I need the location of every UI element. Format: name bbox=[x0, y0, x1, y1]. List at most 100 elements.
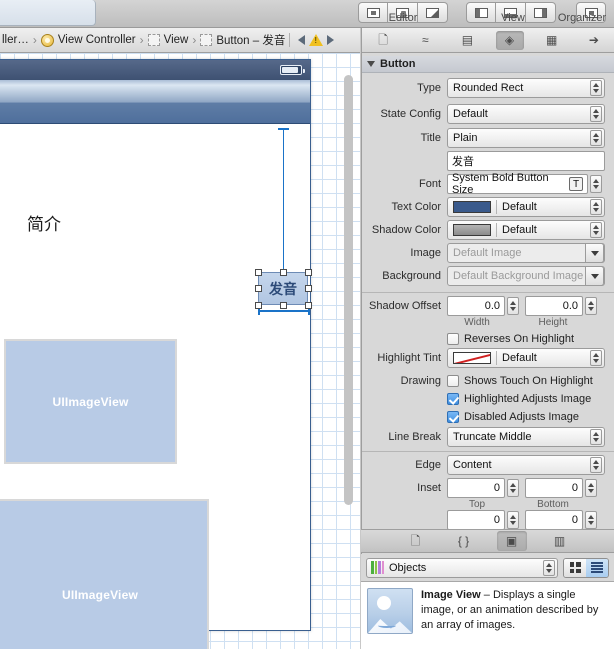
inset-top-input[interactable]: 0 bbox=[447, 478, 505, 498]
highlight-tint-swatch[interactable] bbox=[453, 352, 491, 364]
drawing-row-1[interactable]: Drawing Shows Touch On Highlight bbox=[362, 371, 614, 391]
resize-handle-bottom-left[interactable] bbox=[255, 302, 262, 309]
highlight-tint-popup[interactable]: Default bbox=[447, 348, 605, 368]
interface-builder-canvas[interactable]: 简介 UIImageView UIImageView 发音 bbox=[0, 53, 360, 649]
selected-button[interactable]: 发音 bbox=[258, 272, 308, 305]
navigation-bar[interactable] bbox=[0, 80, 310, 124]
background-combo[interactable]: Default Background Image bbox=[447, 266, 605, 286]
inset-right-stepper[interactable] bbox=[585, 511, 597, 529]
breadcrumb-item-button[interactable]: Button – 发音 bbox=[200, 32, 285, 48]
inset-top-stepper[interactable] bbox=[507, 479, 519, 497]
breadcrumb-item-view-controller[interactable]: View Controller bbox=[40, 33, 136, 47]
library-tab-bar[interactable]: 🗋 { } ▣ ▥ bbox=[361, 529, 614, 553]
popup-arrows-icon bbox=[590, 80, 602, 96]
media-library-tab[interactable]: ▥ bbox=[545, 531, 575, 551]
object-library-tab[interactable]: ▣ bbox=[496, 531, 527, 551]
previous-issue-arrow-icon[interactable] bbox=[298, 35, 306, 45]
reverses-on-highlight-row[interactable]: Reverses On Highlight bbox=[362, 329, 614, 349]
inset-bottom-input[interactable]: 0 bbox=[525, 478, 583, 498]
line-break-popup[interactable]: Truncate Middle bbox=[447, 427, 605, 447]
library-list[interactable]: Image View – Displays a single image, or… bbox=[361, 581, 614, 649]
constraint-line-bottom[interactable] bbox=[258, 310, 310, 312]
library-item-title: Image View bbox=[421, 589, 481, 601]
resize-handle-bottom-center[interactable] bbox=[280, 302, 287, 309]
image-combo[interactable]: Default Image bbox=[447, 243, 605, 263]
shadow-offset-height-input[interactable]: 0.0 bbox=[525, 296, 583, 316]
title-text-input[interactable]: 发音 bbox=[447, 151, 605, 171]
inset-left-input[interactable]: 0 bbox=[447, 510, 505, 530]
attributes-inspector-tab[interactable]: ◈ bbox=[495, 30, 524, 50]
constraint-line-top[interactable] bbox=[283, 128, 284, 271]
size-inspector-tab[interactable]: ▦ bbox=[538, 31, 566, 50]
drawing-label: Drawing bbox=[400, 375, 441, 387]
inspector-tab-bar[interactable]: 🗋 ≈ ▤ ◈ ▦ ➔ bbox=[362, 28, 614, 53]
type-popup[interactable]: Rounded Rect bbox=[447, 78, 605, 98]
highlighted-adjusts-image-checkbox[interactable] bbox=[447, 393, 459, 405]
shadow-offset-width-stepper[interactable] bbox=[507, 297, 519, 315]
inset-left-stepper[interactable] bbox=[507, 511, 519, 529]
warning-triangle-icon[interactable] bbox=[309, 34, 324, 46]
resize-handle-top-right[interactable] bbox=[305, 269, 312, 276]
chevron-down-icon[interactable] bbox=[585, 243, 604, 263]
file-inspector-tab[interactable]: 🗋 bbox=[369, 31, 397, 50]
popup-arrows-icon bbox=[543, 559, 555, 576]
popup-arrows-icon bbox=[590, 429, 602, 445]
intro-label[interactable]: 简介 bbox=[27, 210, 61, 235]
library-filter-popup[interactable]: Objects bbox=[366, 557, 558, 578]
breadcrumb[interactable]: ller… › View Controller › View › Button … bbox=[0, 28, 360, 53]
identity-inspector-tab[interactable]: ▤ bbox=[453, 31, 481, 50]
resize-handle-middle-right[interactable] bbox=[305, 285, 312, 292]
breadcrumb-label-view-controller: View Controller bbox=[57, 34, 136, 46]
shadow-offset-width-input[interactable]: 0.0 bbox=[447, 296, 505, 316]
font-size-stepper[interactable] bbox=[590, 175, 602, 193]
list-view-button[interactable] bbox=[586, 558, 608, 577]
divider bbox=[362, 292, 614, 293]
inset-bottom-value: 0 bbox=[571, 482, 578, 494]
text-color-popup[interactable]: Default bbox=[447, 197, 605, 217]
type-label: Type bbox=[417, 82, 441, 94]
breadcrumb-item-storyboard[interactable]: ller… bbox=[2, 34, 29, 46]
drawing-row-3[interactable]: Disabled Adjusts Image bbox=[362, 407, 614, 427]
library-view-mode-toggle[interactable] bbox=[563, 557, 609, 578]
font-panel-icon[interactable]: T bbox=[569, 177, 583, 191]
title-popup[interactable]: Plain bbox=[447, 128, 605, 148]
drawing-row-2[interactable]: Highlighted Adjusts Image bbox=[362, 389, 614, 409]
code-snippet-library-tab[interactable]: { } bbox=[449, 531, 479, 551]
edge-popup[interactable]: Content bbox=[447, 455, 605, 475]
chevron-down-icon[interactable] bbox=[585, 266, 604, 286]
view-controller-scene[interactable]: 简介 UIImageView UIImageView bbox=[0, 59, 311, 649]
disabled-adjusts-image-checkbox[interactable] bbox=[447, 411, 459, 423]
state-config-popup[interactable]: Default bbox=[447, 104, 605, 124]
quick-help-tab[interactable]: ≈ bbox=[411, 31, 439, 50]
disclosure-triangle-icon[interactable] bbox=[367, 61, 375, 67]
view-content-area[interactable]: 简介 UIImageView UIImageView bbox=[0, 125, 310, 649]
font-input[interactable]: System Bold Button Size T bbox=[447, 172, 588, 196]
shows-touch-on-highlight-checkbox[interactable] bbox=[447, 375, 459, 387]
image-view-1[interactable]: UIImageView bbox=[4, 339, 177, 464]
issue-navigation-controls[interactable] bbox=[289, 33, 335, 47]
connections-inspector-tab[interactable]: ➔ bbox=[580, 31, 608, 50]
next-issue-arrow-icon[interactable] bbox=[327, 35, 335, 45]
image-view-2[interactable]: UIImageView bbox=[0, 499, 209, 649]
shadow-color-swatch[interactable] bbox=[453, 224, 491, 236]
reverses-on-highlight-checkbox[interactable] bbox=[447, 333, 459, 345]
text-color-swatch[interactable] bbox=[453, 201, 491, 213]
canvas-vertical-scrollbar[interactable] bbox=[344, 75, 353, 505]
resize-handle-middle-left[interactable] bbox=[255, 285, 262, 292]
grid-view-button[interactable] bbox=[564, 558, 586, 577]
file-template-library-tab[interactable]: 🗋 bbox=[401, 531, 431, 551]
shadow-offset-height-stepper[interactable] bbox=[585, 297, 597, 315]
inset-top-sublabel: Top bbox=[468, 499, 486, 510]
resize-handle-top-center[interactable] bbox=[280, 269, 287, 276]
inset-bottom-stepper[interactable] bbox=[585, 479, 597, 497]
button-section-header[interactable]: Button bbox=[362, 56, 614, 73]
resize-handle-top-left[interactable] bbox=[255, 269, 262, 276]
resize-handle-bottom-right[interactable] bbox=[305, 302, 312, 309]
shadow-color-popup[interactable]: Default bbox=[447, 220, 605, 240]
title-text-row: 发音 bbox=[362, 151, 614, 171]
breadcrumb-item-view[interactable]: View bbox=[147, 34, 188, 46]
inset-left-value: 0 bbox=[493, 514, 500, 526]
list-item[interactable]: Image View – Displays a single image, or… bbox=[361, 582, 614, 640]
chevron-right-icon: › bbox=[139, 33, 144, 47]
inset-right-input[interactable]: 0 bbox=[525, 510, 583, 530]
